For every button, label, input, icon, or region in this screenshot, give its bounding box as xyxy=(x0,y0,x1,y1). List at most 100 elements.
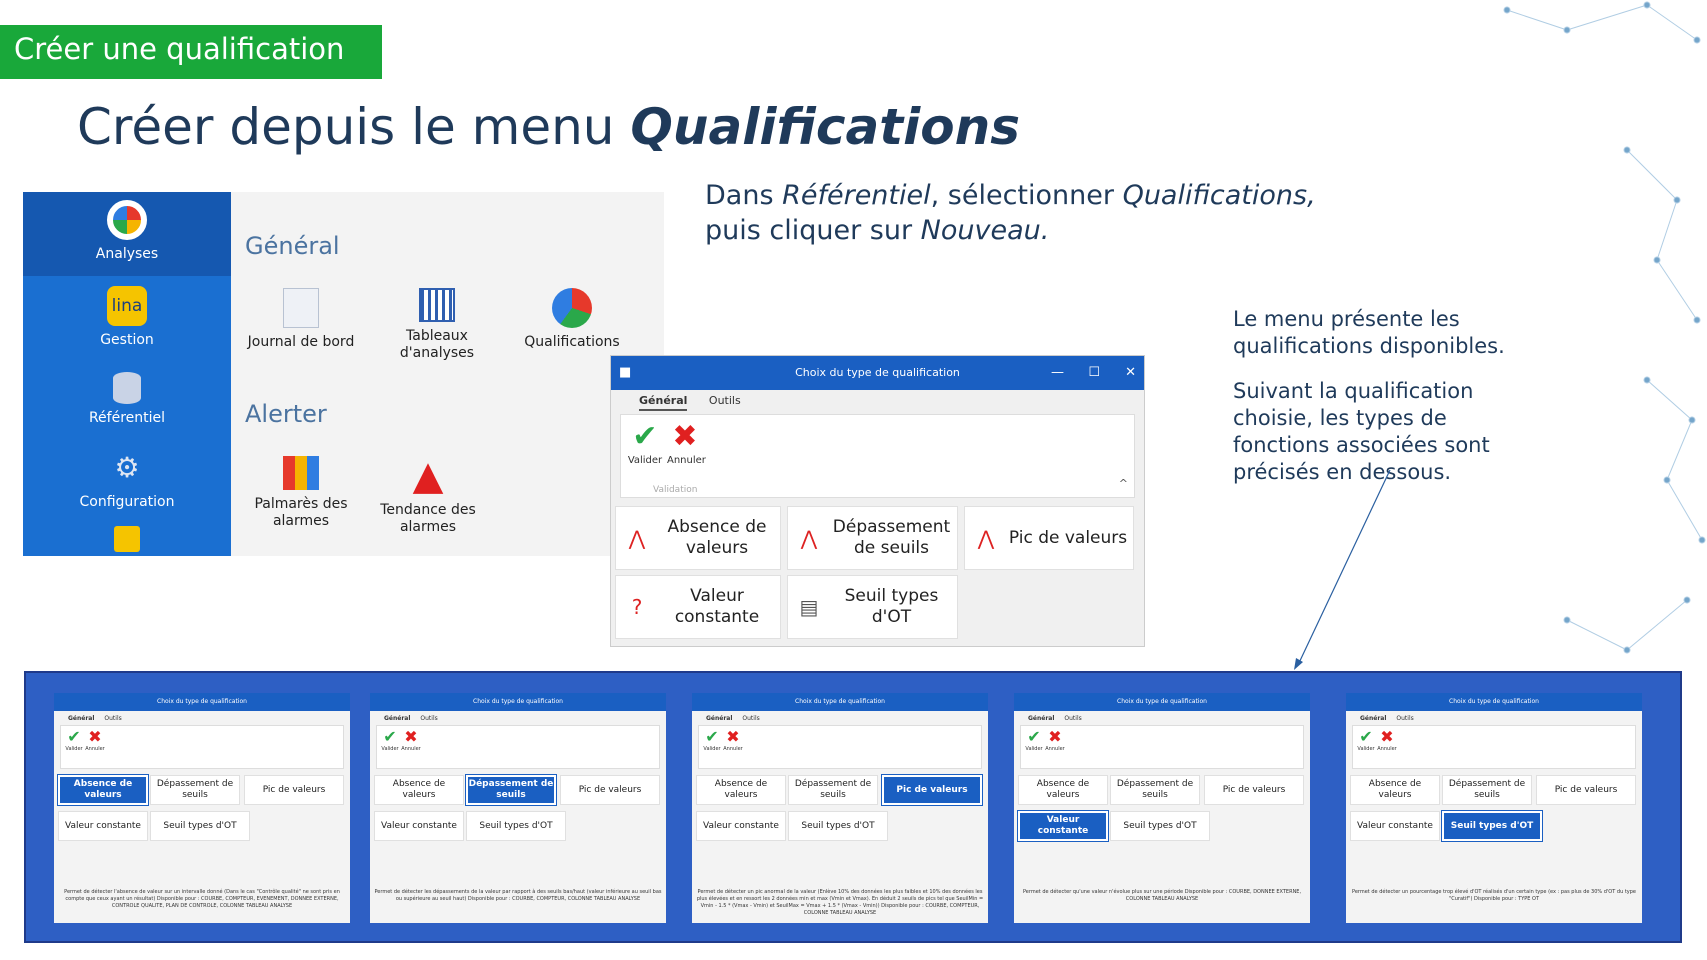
mini-validate-button[interactable]: ✔ Valider xyxy=(64,728,84,753)
mini-description: Permet de détecter un pic anormal de la … xyxy=(696,889,984,916)
tile-seuil-types-ot[interactable]: ▤ Seuil types d'OT xyxy=(787,575,958,639)
mini-validate-button[interactable]: ✔ Valider xyxy=(1024,728,1044,753)
threshold-icon: ⋀ xyxy=(800,525,818,550)
palmares-icon xyxy=(283,456,319,490)
tab-outils[interactable]: Outils xyxy=(709,394,741,407)
close-icon[interactable]: ✕ xyxy=(1125,356,1136,390)
mini-titlebar: Choix du type de qualification xyxy=(370,693,666,711)
minimize-icon[interactable]: — xyxy=(1051,356,1064,390)
menu-item-analyses[interactable]: Analyses xyxy=(23,200,231,262)
palmares-item[interactable]: Palmarès des alarmes xyxy=(236,456,366,530)
mini-titlebar: Choix du type de qualification xyxy=(1014,693,1310,711)
mini-tabs: Général Outils xyxy=(384,715,438,722)
pointer-arrow xyxy=(1294,470,1391,670)
mini-cancel-button[interactable]: ✖ Annuler xyxy=(1377,728,1397,753)
mini-tile[interactable]: Valeur constante xyxy=(1350,811,1440,841)
ribbon: ✔ Valider ✖ Annuler Validation ^ xyxy=(620,414,1135,498)
mini-dialog-5: Choix du type de qualification Général Out… xyxy=(1346,693,1642,923)
collapse-icon[interactable]: ^ xyxy=(1119,477,1128,490)
tab-general[interactable]: Général xyxy=(639,394,688,411)
cross-icon: ✖ xyxy=(672,419,698,454)
mini-tile[interactable]: Seuil types d'OT xyxy=(150,811,250,841)
mini-tile[interactable]: Dépassement de seuils xyxy=(150,775,240,805)
analyses-icon xyxy=(107,200,147,240)
mini-tabs: Général Outils xyxy=(1028,715,1082,722)
mini-validate-button[interactable]: ✔ Valider xyxy=(1356,728,1376,753)
mini-tabs: Général Outils xyxy=(706,715,760,722)
qualifications-item[interactable]: Qualifications xyxy=(507,288,637,351)
mini-ribbon: ✔ Valider ✖ Annuler xyxy=(60,725,344,769)
menu-item-configuration[interactable]: ⚙ Configuration xyxy=(23,448,231,510)
mini-cancel-button[interactable]: ✖ Annuler xyxy=(85,728,105,753)
mini-tile[interactable]: Valeur constante xyxy=(374,811,464,841)
mini-cancel-button[interactable]: ✖ Annuler xyxy=(1045,728,1065,753)
mini-tile[interactable]: Dépassement de seuils xyxy=(788,775,878,805)
mini-tile[interactable]: Valeur constante xyxy=(1017,810,1109,842)
validate-button[interactable]: ✔ Valider xyxy=(627,419,663,466)
app-sidebar: Analyses lina Gestion Référentiel ⚙ Conf… xyxy=(23,192,231,556)
mini-ribbon: ✔ Valider ✖ Annuler xyxy=(1020,725,1304,769)
mini-dialog-4: Choix du type de qualification Général Out… xyxy=(1014,693,1310,923)
dialog-tabs: Général Outils xyxy=(639,394,759,411)
tableaux-analyses-item[interactable]: Tableaux d'analyses xyxy=(372,288,502,362)
lina-icon: lina xyxy=(107,286,147,326)
mini-tile[interactable]: Pic de valeurs xyxy=(1536,775,1636,805)
mini-tile[interactable]: Valeur constante xyxy=(696,811,786,841)
mini-tabs: Général Outils xyxy=(68,715,122,722)
mini-tabs: Général Outils xyxy=(1360,715,1414,722)
mini-cancel-button[interactable]: ✖ Annuler xyxy=(723,728,743,753)
tendance-item[interactable]: ▲ Tendance des alarmes xyxy=(363,456,493,536)
maximize-icon[interactable]: ☐ xyxy=(1088,356,1100,390)
table-icon xyxy=(419,288,455,322)
tile-valeur-constante[interactable]: ? Valeur constante xyxy=(615,575,781,639)
tile-pic[interactable]: ⋀ Pic de valeurs xyxy=(964,506,1134,570)
absence-icon: ⋀ xyxy=(628,525,646,550)
mini-tile[interactable]: Pic de valeurs xyxy=(244,775,344,805)
mini-titlebar: Choix du type de qualification xyxy=(54,693,350,711)
mini-description: Permet de détecter un pourcentage trop é… xyxy=(1351,889,1636,902)
mini-tile[interactable]: Pic de valeurs xyxy=(1204,775,1304,805)
mini-tile[interactable]: Absence de valeurs xyxy=(1350,775,1440,805)
mini-cancel-button[interactable]: ✖ Annuler xyxy=(401,728,421,753)
mini-ribbon: ✔ Valider ✖ Annuler xyxy=(376,725,660,769)
mini-tile[interactable]: Dépassement de seuils xyxy=(1442,775,1532,805)
mini-tile[interactable]: Seuil types d'OT xyxy=(788,811,888,841)
mini-ribbon: ✔ Valider ✖ Annuler xyxy=(698,725,982,769)
qualification-type-dialog: Choix du type de qualification ■ — ☐ ✕ G… xyxy=(610,355,1145,647)
mini-tile[interactable]: Dépassement de seuils xyxy=(465,774,557,806)
mini-tile[interactable]: Seuil types d'OT xyxy=(1441,810,1543,842)
mini-tile[interactable]: Pic de valeurs xyxy=(881,774,983,806)
mini-validate-button[interactable]: ✔ Valider xyxy=(702,728,722,753)
mini-titlebar: Choix du type de qualification xyxy=(692,693,988,711)
journal-de-bord-item[interactable]: Journal de bord xyxy=(236,288,366,351)
mini-tile[interactable]: Absence de valeurs xyxy=(374,775,464,805)
ot-icon: ▤ xyxy=(799,594,819,619)
menu-panel: Général Journal de bord Tableaux d'analy… xyxy=(231,192,664,556)
mini-tile[interactable]: Absence de valeurs xyxy=(1018,775,1108,805)
mini-tile[interactable]: Seuil types d'OT xyxy=(1110,811,1210,841)
mini-dialog-3: Choix du type de qualification Général Out… xyxy=(692,693,988,923)
journal-icon xyxy=(283,288,319,328)
mini-tile[interactable]: Pic de valeurs xyxy=(560,775,660,805)
mini-description: Permet de détecter l'absence de valeur s… xyxy=(64,889,340,909)
gears-icon: ⚙ xyxy=(114,451,140,484)
tile-depassement[interactable]: ⋀ Dépassement de seuils xyxy=(787,506,958,570)
mini-titlebar: Choix du type de qualification xyxy=(1346,693,1642,711)
lock-icon xyxy=(23,526,231,552)
mini-tile[interactable]: Absence de valeurs xyxy=(696,775,786,805)
menu-item-gestion[interactable]: lina Gestion xyxy=(23,286,231,348)
dialog-titlebar: Choix du type de qualification ■ — ☐ ✕ xyxy=(611,356,1144,390)
mini-tile[interactable]: Dépassement de seuils xyxy=(1110,775,1200,805)
tile-absence[interactable]: ⋀ Absence de valeurs xyxy=(615,506,781,570)
mini-tile[interactable]: Valeur constante xyxy=(58,811,148,841)
examples-strip: Choix du type de qualification Général Out… xyxy=(24,671,1682,943)
cancel-button[interactable]: ✖ Annuler xyxy=(667,419,706,466)
mini-tile[interactable]: Seuil types d'OT xyxy=(466,811,566,841)
mini-description: Permet de détecter qu'une valeur n'évolu… xyxy=(1022,889,1302,902)
mini-dialog-2: Choix du type de qualification Général Out… xyxy=(370,693,666,923)
group-label: Validation xyxy=(653,485,698,495)
mini-validate-button[interactable]: ✔ Valider xyxy=(380,728,400,753)
menu-item-referentiel[interactable]: Référentiel xyxy=(23,372,231,426)
mini-tile[interactable]: Absence de valeurs xyxy=(57,774,149,806)
mini-dialog-1: Choix du type de qualification Général Out… xyxy=(54,693,350,923)
